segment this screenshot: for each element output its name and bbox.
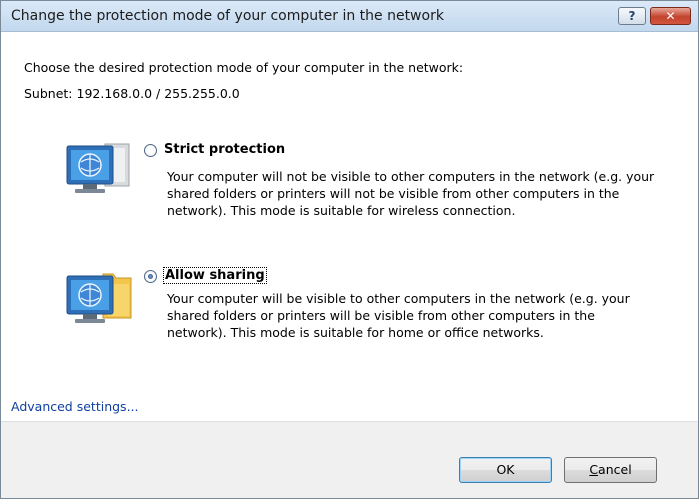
cancel-button[interactable]: Cancel [564, 457, 657, 483]
allow-sharing-description: Your computer will be visible to other c… [167, 291, 630, 340]
allow-sharing-label[interactable]: Allow sharing [163, 267, 267, 284]
cancel-accelerator: C [589, 462, 599, 477]
help-button[interactable]: ? [618, 7, 646, 25]
strict-protection-radio[interactable] [144, 144, 157, 157]
intro-text: Choose the desired protection mode of yo… [24, 60, 464, 75]
dialog-content: Choose the desired protection mode of yo… [1, 32, 698, 422]
subnet-text: Subnet: 192.168.0.0 / 255.255.0.0 [24, 86, 240, 101]
allow-sharing-radio[interactable] [144, 270, 157, 283]
strict-protection-label[interactable]: Strict protection [164, 142, 285, 157]
option-strict-protection: Strict protection Your computer will not… [1, 128, 698, 256]
window-title: Change the protection mode of your compu… [11, 8, 444, 24]
option-allow-sharing: Allow sharing Your computer will be visi… [1, 258, 698, 378]
computer-shared-folder-icon [66, 273, 132, 323]
radio-selected-dot [148, 274, 153, 279]
title-bar[interactable]: Change the protection mode of your compu… [1, 1, 698, 32]
cancel-label-rest: ancel [598, 462, 632, 477]
button-bar: OK Cancel [1, 422, 698, 498]
strict-protection-description: Your computer will not be visible to oth… [167, 169, 655, 218]
computer-monitor-icon [66, 143, 130, 193]
dialog-window: Change the protection mode of your compu… [0, 0, 699, 499]
close-button[interactable]: ✕ [650, 7, 691, 25]
ok-button[interactable]: OK [459, 457, 552, 483]
advanced-settings-link[interactable]: Advanced settings... [11, 399, 138, 414]
